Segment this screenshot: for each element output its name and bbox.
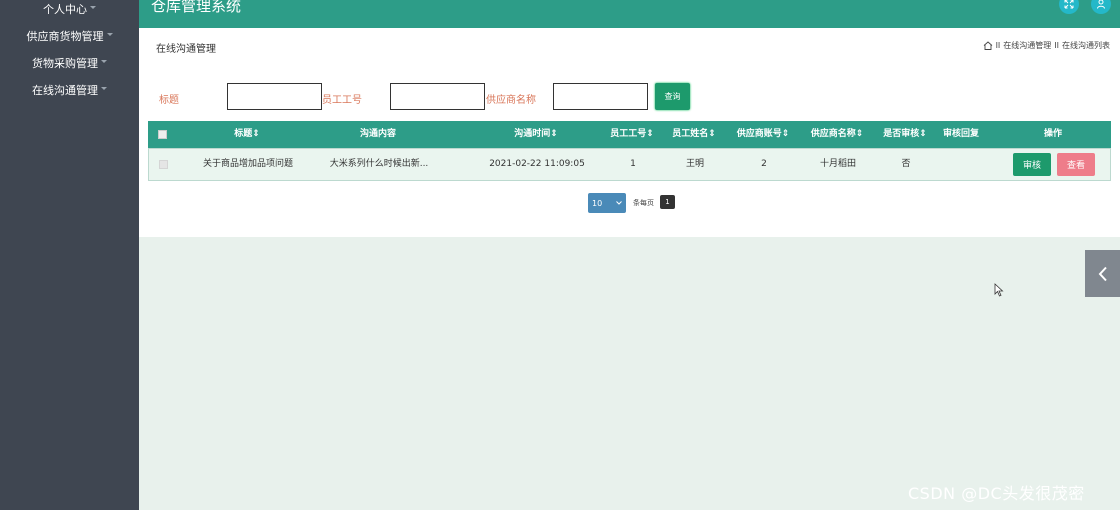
sort-icon: ⇕ [252, 129, 260, 139]
cell-staff-name: 王明 [685, 159, 704, 169]
breadcrumb: II 在线沟通管理 II 在线沟通列表 [983, 40, 1110, 51]
per-page-label: 条每页 [633, 199, 654, 207]
sort-icon: ⇕ [919, 129, 927, 139]
cell-staff-no: 1 [630, 159, 636, 169]
cell-supplier-name: 十月稻田 [819, 159, 856, 169]
sidebar-item-online-communication[interactable]: 在线沟通管理 [0, 81, 139, 101]
sidebar-item-label: 货物采购管理 [32, 57, 98, 70]
home-icon[interactable] [983, 41, 993, 50]
search-button[interactable]: 查询 [655, 83, 690, 110]
cell-supplier-account: 2 [761, 159, 767, 169]
sort-icon: ⇕ [855, 129, 864, 139]
column-header-content: 沟通内容 [359, 129, 396, 139]
audit-button[interactable]: 审核 [1013, 153, 1051, 176]
staff-no-input[interactable] [390, 83, 485, 110]
sidebar: 个人中心 供应商货物管理 货物采购管理 在线沟通管理 [0, 0, 139, 510]
page-size-select[interactable]: 10 [588, 193, 626, 213]
sidebar-item-label: 个人中心 [43, 3, 87, 16]
staff-no-label: 员工工号 [322, 95, 362, 106]
user-button[interactable] [1091, 0, 1111, 14]
column-header-time[interactable]: 沟通时间⇕ [486, 121, 586, 148]
sidebar-item-label: 在线沟通管理 [32, 84, 98, 97]
chevron-left-icon [1098, 266, 1107, 281]
main-panel: 在线沟通管理 II 在线沟通管理 II 在线沟通列表 标题 员工工号 供应商名称… [139, 28, 1120, 237]
supplier-name-input[interactable] [553, 83, 648, 110]
select-all-checkbox[interactable] [158, 130, 167, 139]
cell-time: 2021-02-22 11:09:05 [489, 159, 585, 169]
breadcrumb-separator: II [1054, 41, 1059, 50]
mouse-cursor-icon [994, 283, 1004, 297]
chevron-down-icon [101, 86, 107, 90]
side-panel-toggle-button[interactable] [1085, 250, 1120, 297]
sort-icon: ⇕ [550, 129, 558, 139]
breadcrumb-item[interactable]: 在线沟通管理 [1003, 40, 1051, 51]
cell-content: 大米系列什么时候出新... [329, 159, 429, 169]
column-header-audited[interactable]: 是否审核⇕ [873, 121, 937, 148]
page-size-value: 10 [592, 198, 603, 208]
title-input[interactable] [227, 83, 322, 110]
cell-title: 关于商品增加品项问题 [202, 159, 293, 169]
column-header-supplier-account[interactable]: 供应商账号⇕ [728, 121, 798, 148]
sort-icon: ⇕ [708, 129, 716, 139]
breadcrumb-item-current: 在线沟通列表 [1062, 41, 1110, 50]
top-header: 仓库管理系统 [139, 0, 1120, 28]
sidebar-item-supplier-goods[interactable]: 供应商货物管理 [0, 27, 139, 47]
sidebar-item-goods-purchase[interactable]: 货物采购管理 [0, 54, 139, 74]
column-header-title[interactable]: 标题⇕ [212, 121, 282, 148]
fullscreen-icon [1064, 0, 1074, 9]
breadcrumb-separator: II [995, 41, 1001, 50]
fullscreen-button[interactable] [1059, 0, 1079, 14]
app-title: 仓库管理系统 [151, 0, 242, 15]
cell-reply [937, 149, 987, 180]
row-checkbox[interactable] [159, 160, 168, 169]
sort-icon: ⇕ [646, 129, 654, 139]
watermark: CSDN @DC头发很茂密 [908, 484, 1085, 503]
sort-icon: ⇕ [781, 129, 790, 139]
column-header-reply: 审核回复 [942, 129, 979, 139]
supplier-name-label: 供应商名称 [486, 95, 536, 106]
table-row: 关于商品增加品项问题 大米系列什么时候出新... 2021-02-22 11:0… [148, 148, 1111, 181]
column-header-supplier-name[interactable]: 供应商名称⇕ [802, 121, 872, 148]
cell-audited: 否 [901, 159, 911, 169]
chevron-down-icon [101, 59, 107, 63]
page-title: 在线沟通管理 [156, 44, 216, 55]
chevron-down-icon [90, 5, 96, 9]
sidebar-item-personal-center[interactable]: 个人中心 [0, 0, 139, 20]
column-header-staff-no[interactable]: 员工工号⇕ [602, 121, 662, 148]
title-label: 标题 [159, 95, 179, 106]
chevron-down-icon [106, 32, 113, 36]
column-header-actions: 操作 [1043, 129, 1062, 139]
column-header-staff-name[interactable]: 员工姓名⇕ [663, 121, 725, 148]
page-number-button[interactable]: 1 [660, 195, 675, 209]
view-button[interactable]: 查看 [1057, 153, 1095, 176]
sidebar-item-label: 供应商货物管理 [26, 30, 104, 43]
user-icon [1097, 0, 1105, 9]
table-header: 标题⇕ 沟通内容 沟通时间⇕ 员工工号⇕ 员工姓名⇕ 供应商账号⇕ 供应商名称⇕… [148, 121, 1111, 148]
chevron-down-icon [616, 201, 622, 205]
